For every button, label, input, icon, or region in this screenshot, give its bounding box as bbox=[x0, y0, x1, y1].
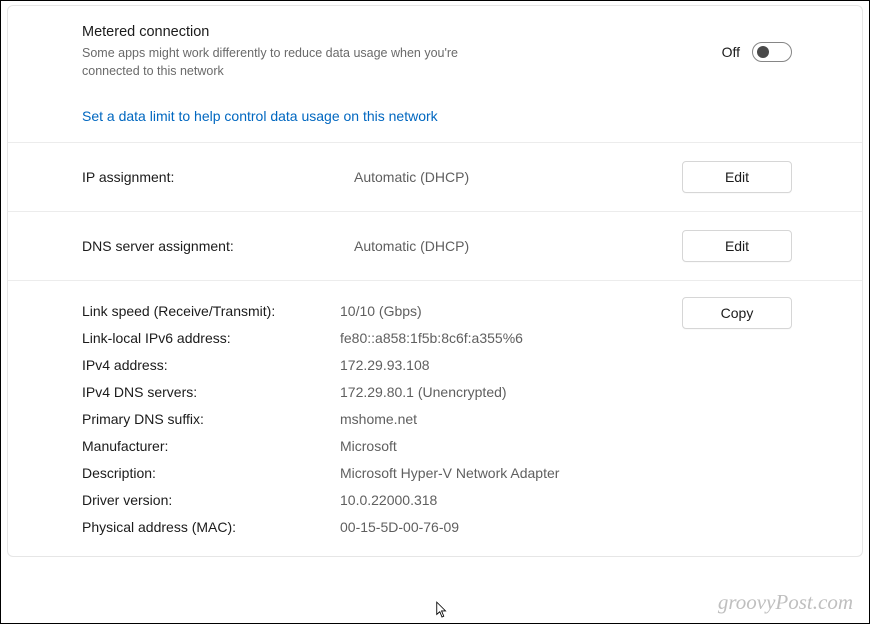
detail-label: Primary DNS suffix: bbox=[82, 411, 340, 427]
detail-row: Link speed (Receive/Transmit):10/10 (Gbp… bbox=[82, 297, 668, 324]
dns-assignment-row: DNS server assignment: Automatic (DHCP) … bbox=[8, 212, 862, 281]
detail-value: Microsoft bbox=[340, 438, 668, 454]
metered-description: Some apps might work differently to redu… bbox=[82, 44, 512, 80]
detail-value: 10/10 (Gbps) bbox=[340, 303, 668, 319]
network-details-section: Link speed (Receive/Transmit):10/10 (Gbp… bbox=[8, 281, 862, 556]
detail-row: Manufacturer:Microsoft bbox=[82, 432, 668, 459]
detail-label: Link speed (Receive/Transmit): bbox=[82, 303, 340, 319]
copy-details-button[interactable]: Copy bbox=[682, 297, 792, 329]
detail-value: fe80::a858:1f5b:8c6f:a355%6 bbox=[340, 330, 668, 346]
detail-label: Physical address (MAC): bbox=[82, 519, 340, 535]
watermark-text: groovyPost.com bbox=[718, 590, 853, 615]
detail-row: Link-local IPv6 address:fe80::a858:1f5b:… bbox=[82, 324, 668, 351]
detail-label: Driver version: bbox=[82, 492, 340, 508]
ip-assignment-row: IP assignment: Automatic (DHCP) Edit bbox=[8, 143, 862, 212]
detail-value: 10.0.22000.318 bbox=[340, 492, 668, 508]
dns-assignment-edit-button[interactable]: Edit bbox=[682, 230, 792, 262]
detail-value: 00-15-5D-00-76-09 bbox=[340, 519, 668, 535]
detail-row: Description:Microsoft Hyper-V Network Ad… bbox=[82, 459, 668, 486]
detail-row: Primary DNS suffix:mshome.net bbox=[82, 405, 668, 432]
data-limit-link[interactable]: Set a data limit to help control data us… bbox=[82, 108, 438, 124]
detail-value: 172.29.93.108 bbox=[340, 357, 668, 373]
detail-label: Manufacturer: bbox=[82, 438, 340, 454]
cursor-icon bbox=[435, 601, 449, 619]
detail-row: Driver version:10.0.22000.318 bbox=[82, 486, 668, 513]
ip-assignment-edit-button[interactable]: Edit bbox=[682, 161, 792, 193]
ip-assignment-label: IP assignment: bbox=[82, 169, 340, 185]
detail-value: 172.29.80.1 (Unencrypted) bbox=[340, 384, 668, 400]
metered-title: Metered connection bbox=[82, 24, 702, 40]
network-settings-panel: Metered connection Some apps might work … bbox=[7, 5, 863, 557]
dns-assignment-label: DNS server assignment: bbox=[82, 238, 340, 254]
detail-value: mshome.net bbox=[340, 411, 668, 427]
detail-value: Microsoft Hyper-V Network Adapter bbox=[340, 465, 668, 481]
metered-toggle-state-label: Off bbox=[722, 44, 740, 60]
dns-assignment-value: Automatic (DHCP) bbox=[354, 238, 668, 254]
detail-label: IPv4 address: bbox=[82, 357, 340, 373]
detail-row: Physical address (MAC):00-15-5D-00-76-09 bbox=[82, 513, 668, 540]
metered-toggle-group: Off bbox=[722, 42, 792, 62]
detail-label: Description: bbox=[82, 465, 340, 481]
metered-toggle[interactable] bbox=[752, 42, 792, 62]
detail-label: IPv4 DNS servers: bbox=[82, 384, 340, 400]
detail-row: IPv4 DNS servers:172.29.80.1 (Unencrypte… bbox=[82, 378, 668, 405]
network-details-list: Link speed (Receive/Transmit):10/10 (Gbp… bbox=[82, 297, 668, 540]
toggle-knob bbox=[757, 46, 769, 58]
metered-connection-section: Metered connection Some apps might work … bbox=[8, 6, 862, 143]
ip-assignment-value: Automatic (DHCP) bbox=[354, 169, 668, 185]
detail-row: IPv4 address:172.29.93.108 bbox=[82, 351, 668, 378]
detail-label: Link-local IPv6 address: bbox=[82, 330, 340, 346]
